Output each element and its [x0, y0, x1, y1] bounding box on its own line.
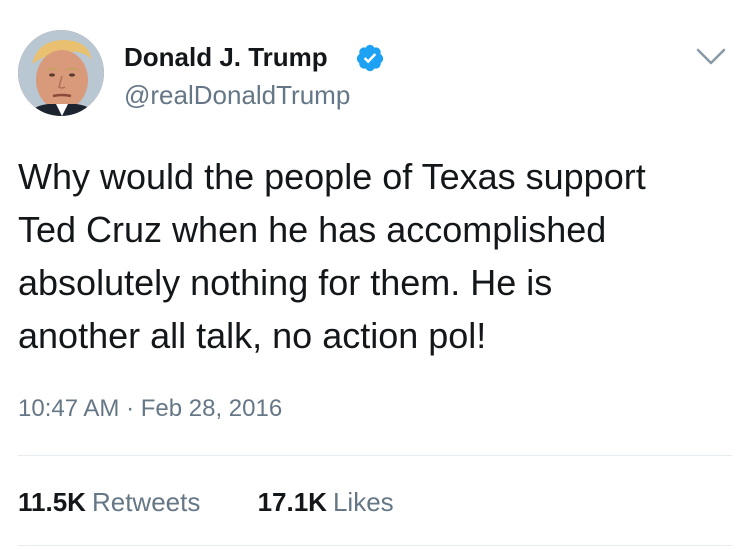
display-name[interactable]: Donald J. Trump	[124, 42, 328, 73]
chevron-down-icon[interactable]	[694, 44, 728, 68]
retweets-count: 11.5K	[18, 487, 86, 517]
retweets-stat[interactable]: 11.5K Retweets	[18, 487, 200, 518]
divider	[18, 545, 732, 546]
likes-stat[interactable]: 17.1K Likes	[258, 487, 394, 518]
user-handle[interactable]: @realDonaldTrump	[124, 80, 350, 111]
likes-label: Likes	[332, 487, 394, 517]
retweets-label: Retweets	[91, 487, 201, 517]
tweet-timestamp[interactable]: 10:47 AM · Feb 28, 2016	[18, 395, 282, 423]
tweet-card: Donald J. Trump @realDonaldTrump Why wou…	[0, 0, 750, 550]
divider	[18, 455, 732, 456]
likes-count: 17.1K	[257, 487, 327, 517]
tweet-stats: 11.5K Retweets 17.1K Likes	[18, 487, 444, 518]
tweet-text: Why would the people of Texas support Te…	[18, 156, 646, 356]
verified-badge-icon	[356, 44, 384, 72]
avatar[interactable]	[18, 30, 104, 116]
profile-photo-icon	[18, 30, 104, 116]
